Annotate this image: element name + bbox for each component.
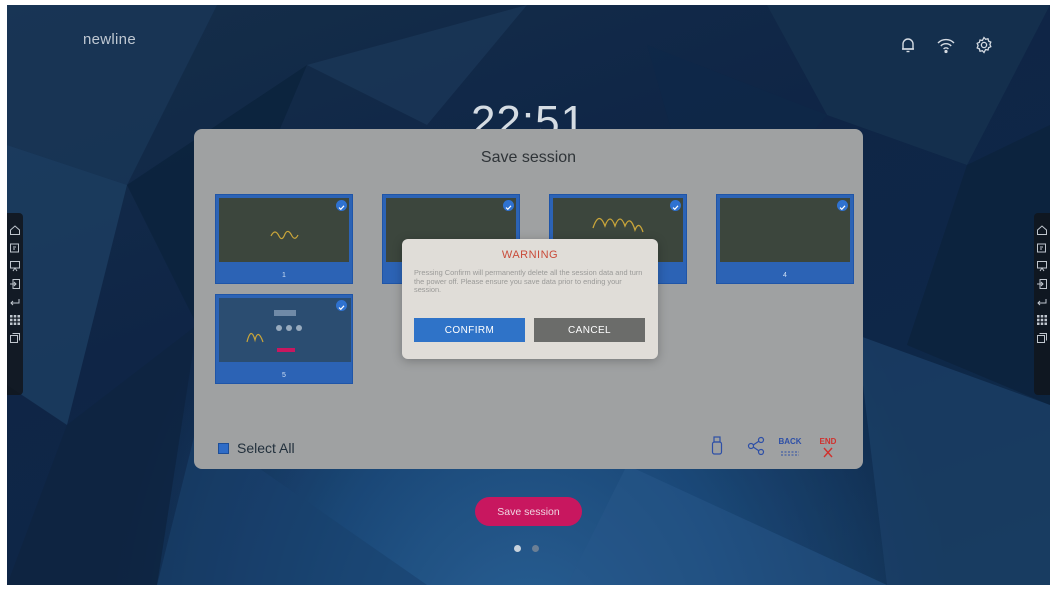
- end-label: END: [819, 437, 837, 446]
- page-thumbnail-1[interactable]: 1: [215, 194, 353, 284]
- page-canvas: [219, 298, 351, 362]
- select-all-checkbox[interactable]: Select All: [218, 440, 295, 456]
- save-session-button[interactable]: Save session: [475, 497, 582, 526]
- page-thumbnail-4[interactable]: 4: [716, 194, 854, 284]
- page-number: 1: [282, 272, 286, 279]
- panel-title: Save session: [480, 149, 577, 166]
- page-number: 4: [783, 272, 787, 279]
- page-number: 5: [282, 372, 286, 379]
- warning-dialog: WARNING Pressing Confirm will permanentl…: [402, 239, 658, 359]
- warning-message: Pressing Confirm will permanently delete…: [414, 268, 643, 294]
- page-indicator: [514, 545, 539, 552]
- share-button[interactable]: [746, 435, 766, 462]
- share-icon: [747, 436, 765, 456]
- warning-title: WARNING: [501, 249, 559, 261]
- back-dots-icon: [781, 451, 799, 456]
- page-selected-check-icon[interactable]: [837, 200, 848, 211]
- confirm-button[interactable]: CONFIRM: [414, 318, 525, 342]
- page-canvas: [219, 198, 349, 262]
- page-selected-check-icon[interactable]: [336, 300, 347, 311]
- page-selected-check-icon[interactable]: [503, 200, 514, 211]
- page-canvas: [720, 198, 850, 262]
- end-session-button[interactable]: END: [819, 437, 837, 464]
- page-selected-check-icon[interactable]: [336, 200, 347, 211]
- home-screen: newline 22:51 Save session 1 4 5 Select …: [7, 5, 1050, 585]
- usb-drive-icon: [711, 436, 723, 455]
- cancel-button[interactable]: CANCEL: [534, 318, 645, 342]
- page-thumbnail-5[interactable]: 5: [215, 294, 353, 384]
- page-dot[interactable]: [532, 545, 539, 552]
- page-dot-active[interactable]: [514, 545, 521, 552]
- page-selected-check-icon[interactable]: [670, 200, 681, 211]
- checkbox-checked-icon[interactable]: [218, 442, 229, 454]
- back-button[interactable]: BACK: [778, 437, 802, 464]
- usb-save-button[interactable]: [710, 435, 724, 462]
- select-all-label: Select All: [237, 440, 295, 456]
- back-label: BACK: [778, 437, 802, 446]
- close-icon: [823, 447, 833, 458]
